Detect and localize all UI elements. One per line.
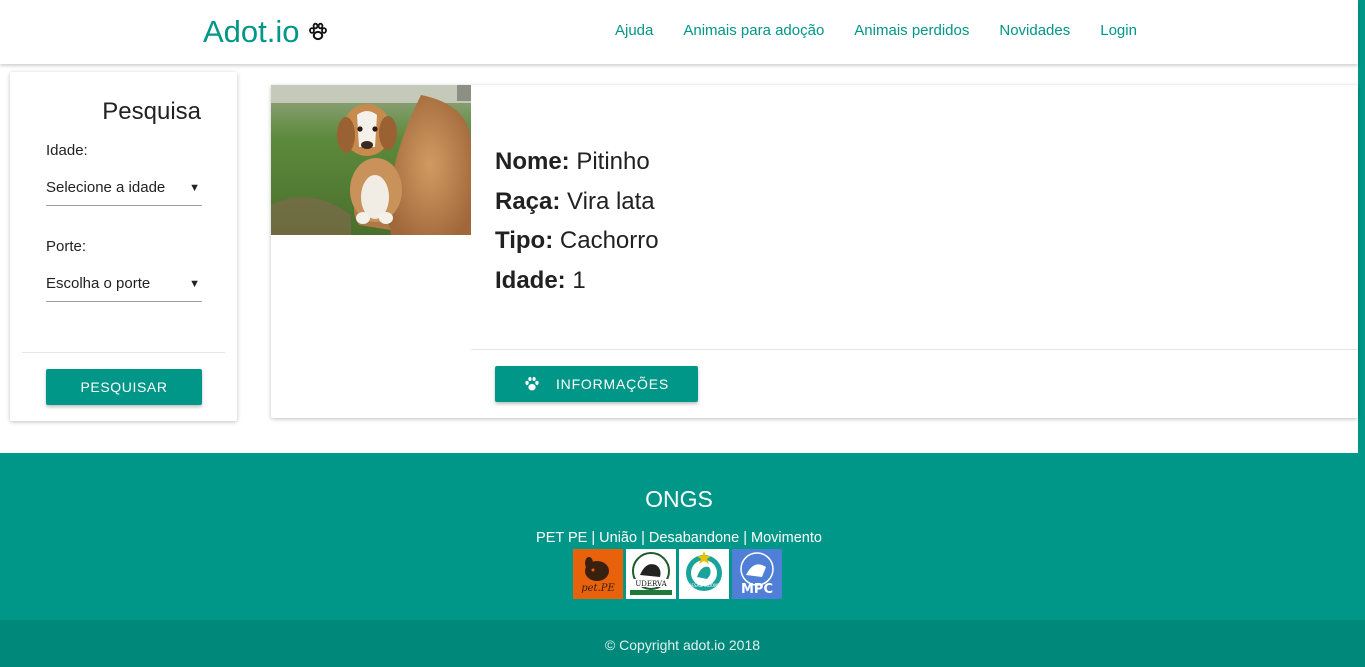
- paw-icon: [308, 22, 327, 41]
- divider: [22, 352, 225, 353]
- animal-type-value: Cachorro: [559, 227, 659, 254]
- animal-age-value: 1: [572, 266, 586, 294]
- separator: |: [637, 530, 649, 546]
- animal-age-key: Idade:: [495, 266, 566, 294]
- info-button-label: INFORMAÇÕES: [555, 376, 670, 392]
- ong-link-uniao[interactable]: União: [599, 530, 637, 546]
- search-title: Pesquisa: [102, 98, 201, 125]
- animal-breed-key: Raça:: [495, 187, 561, 215]
- animal-breed-row: Raça: Vira lata: [495, 182, 659, 222]
- animal-name-value: Pitinho: [576, 148, 650, 175]
- desabandone-logo-text: DESABANDONE: [688, 583, 720, 588]
- ong-logos: pet.PE UDERVA DESABANDONE MPC: [573, 549, 782, 599]
- dropdown-arrow-icon: ▼: [189, 277, 200, 290]
- petpe-logo[interactable]: pet.PE: [573, 549, 623, 599]
- petpe-logo-text: pet.PE: [581, 583, 615, 594]
- animal-photo[interactable]: [271, 85, 471, 235]
- nav-links: Ajuda Animais para adoção Animais perdid…: [615, 22, 1137, 39]
- ong-links: PET PE | União | Desabandone | Movimento: [0, 530, 1358, 546]
- age-select-value: Selecione a idade: [46, 179, 166, 196]
- brand-logo[interactable]: Adot.io: [203, 12, 328, 52]
- brand-name: Adot.io: [203, 14, 300, 49]
- size-label: Porte:: [46, 238, 87, 255]
- animal-name-key: Nome:: [495, 148, 570, 175]
- animal-info: Nome: Pitinho Raça: Vira lata Tipo: Cach…: [495, 142, 659, 300]
- scrollbar[interactable]: [1358, 0, 1365, 453]
- search-card: Pesquisa Idade: Selecione a idade ▼ Port…: [10, 72, 237, 421]
- mpc-logo[interactable]: MPC: [732, 549, 782, 599]
- age-select[interactable]: Selecione a idade ▼: [46, 170, 202, 206]
- nav-link-ajuda[interactable]: Ajuda: [615, 22, 653, 39]
- size-select[interactable]: Escolha o porte ▼: [46, 266, 202, 302]
- divider: [471, 349, 1358, 350]
- nav-link-login[interactable]: Login: [1100, 22, 1137, 39]
- footer-copyright: © Copyright adot.io 2018: [0, 620, 1365, 667]
- dog-photo-image: [271, 85, 471, 235]
- footer-title: ONGS: [645, 486, 713, 512]
- dropdown-arrow-icon: ▼: [189, 181, 200, 194]
- animal-type-row: Tipo: Cachorro: [495, 221, 659, 261]
- age-label: Idade:: [46, 142, 88, 159]
- ong-link-movimento[interactable]: Movimento: [751, 530, 822, 546]
- footer: ONGS PET PE | União | Desabandone | Movi…: [0, 453, 1365, 620]
- nav-link-animais-perdidos[interactable]: Animais perdidos: [854, 22, 969, 39]
- ong-link-desabandone[interactable]: Desabandone: [649, 530, 739, 546]
- ong-link-petpe[interactable]: PET PE: [536, 530, 587, 546]
- animal-card: Nome: Pitinho Raça: Vira lata Tipo: Cach…: [271, 85, 1358, 418]
- animal-name-row: Nome: Pitinho: [495, 142, 659, 182]
- separator: |: [739, 530, 752, 546]
- animal-type-key: Tipo:: [495, 227, 554, 254]
- paw-icon: [525, 377, 539, 391]
- info-button[interactable]: INFORMAÇÕES: [495, 366, 698, 402]
- animal-age-row: Idade: 1: [495, 261, 659, 301]
- mpc-logo-text: MPC: [741, 582, 773, 597]
- uderva-logo-text: UDERVA: [635, 580, 667, 588]
- animal-breed-value: Vira lata: [567, 187, 655, 215]
- desabandone-logo[interactable]: DESABANDONE: [679, 549, 729, 599]
- search-button[interactable]: PESQUISAR: [46, 369, 202, 405]
- nav-link-animais-adocao[interactable]: Animais para adoção: [683, 22, 824, 39]
- navbar: Adot.io Ajuda Animais para adoção Animai…: [0, 0, 1358, 64]
- nav-link-novidades[interactable]: Novidades: [999, 22, 1070, 39]
- uderva-logo[interactable]: UDERVA: [626, 549, 676, 599]
- separator: |: [587, 530, 600, 546]
- size-select-value: Escolha o porte: [46, 275, 151, 292]
